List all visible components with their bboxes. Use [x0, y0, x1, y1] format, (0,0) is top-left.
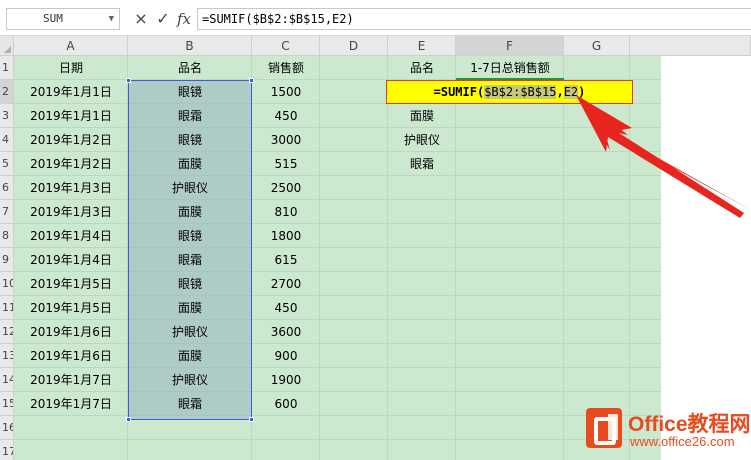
- cell-sales[interactable]: 1900: [252, 368, 320, 392]
- cell-product[interactable]: 护眼仪: [128, 176, 252, 200]
- cell-lookup-product[interactable]: 面膜: [388, 104, 456, 128]
- select-all-corner[interactable]: [0, 36, 14, 56]
- cell-sales[interactable]: 810: [252, 200, 320, 224]
- formula-ref-cell: E2: [563, 85, 579, 99]
- row-header-2[interactable]: 2: [0, 80, 14, 104]
- cell-date[interactable]: 2019年1月5日: [14, 296, 128, 320]
- watermark: Office教程网 www.office26.com: [582, 404, 751, 456]
- cell-date[interactable]: 2019年1月6日: [14, 344, 128, 368]
- range-handle[interactable]: [126, 417, 131, 422]
- cell-sales[interactable]: 515: [252, 152, 320, 176]
- cell-sales[interactable]: 2700: [252, 272, 320, 296]
- cell-sales[interactable]: 450: [252, 296, 320, 320]
- cell-sales[interactable]: 1800: [252, 224, 320, 248]
- row-header-5[interactable]: 5: [0, 152, 14, 176]
- cell-date[interactable]: 2019年1月2日: [14, 128, 128, 152]
- cell-product[interactable]: 眼镜: [128, 224, 252, 248]
- cell-product[interactable]: 面膜: [128, 296, 252, 320]
- cell-product[interactable]: 眼镜: [128, 128, 252, 152]
- cell-lookup-product[interactable]: 眼霜: [388, 152, 456, 176]
- header-product[interactable]: 品名: [128, 56, 252, 80]
- cell-product[interactable]: 眼镜: [128, 80, 252, 104]
- cell-sales[interactable]: 600: [252, 392, 320, 416]
- office-logo-icon: [586, 408, 622, 448]
- formula-suffix: ): [578, 85, 586, 99]
- column-header-d[interactable]: D: [320, 36, 388, 56]
- column-gridline: [563, 56, 564, 460]
- formula-cell-f2[interactable]: =SUMIF($B$2:$B$15,E2): [386, 80, 633, 104]
- active-column-marker: [456, 56, 564, 80]
- cell-sales[interactable]: 3000: [252, 128, 320, 152]
- cell-date[interactable]: 2019年1月3日: [14, 176, 128, 200]
- row-header-16[interactable]: 16: [0, 416, 14, 440]
- cell-sales[interactable]: 450: [252, 104, 320, 128]
- cell-sales[interactable]: 900: [252, 344, 320, 368]
- watermark-url: www.office26.com: [630, 434, 735, 449]
- row-header-12[interactable]: 12: [0, 320, 14, 344]
- unshaded-area: [661, 56, 751, 460]
- cell-sales[interactable]: 2500: [252, 176, 320, 200]
- name-box[interactable]: SUM ▼: [6, 8, 120, 30]
- row-header-6[interactable]: 6: [0, 176, 14, 200]
- row-header-9[interactable]: 9: [0, 248, 14, 272]
- formula-ref-range: $B$2:$B$15: [484, 85, 557, 99]
- cell-date[interactable]: 2019年1月1日: [14, 104, 128, 128]
- cell-date[interactable]: 2019年1月1日: [14, 80, 128, 104]
- cell-product[interactable]: 护眼仪: [128, 320, 252, 344]
- column-header-e[interactable]: E: [388, 36, 456, 56]
- row-header-7[interactable]: 7: [0, 200, 14, 224]
- header-product-lookup[interactable]: 品名: [388, 56, 456, 80]
- cell-date[interactable]: 2019年1月7日: [14, 392, 128, 416]
- chevron-down-icon[interactable]: ▼: [109, 9, 114, 29]
- cell-product[interactable]: 护眼仪: [128, 368, 252, 392]
- formula-separator: ,: [556, 85, 564, 99]
- column-header-c[interactable]: C: [252, 36, 320, 56]
- column-gridline: [629, 56, 630, 460]
- insert-function-icon[interactable]: fx: [175, 8, 193, 30]
- column-header-g[interactable]: G: [564, 36, 630, 56]
- cell-lookup-product[interactable]: 护眼仪: [388, 128, 456, 152]
- cell-product[interactable]: 面膜: [128, 200, 252, 224]
- formula-prefix: =SUMIF(: [433, 85, 485, 99]
- row-header-13[interactable]: 13: [0, 344, 14, 368]
- cell-product[interactable]: 面膜: [128, 152, 252, 176]
- cancel-icon[interactable]: ×: [132, 8, 150, 30]
- range-handle[interactable]: [249, 417, 254, 422]
- cell-date[interactable]: 2019年1月2日: [14, 152, 128, 176]
- enter-check-icon[interactable]: ✓: [154, 8, 172, 30]
- column-header-b[interactable]: B: [128, 36, 252, 56]
- cell-product[interactable]: 面膜: [128, 344, 252, 368]
- spreadsheet-grid[interactable]: ABCDEFG 1234567891011121314151617 日期品名销售…: [0, 36, 751, 460]
- cell-product[interactable]: 眼霜: [128, 248, 252, 272]
- row-header-11[interactable]: 11: [0, 296, 14, 320]
- row-header-17[interactable]: 17: [0, 440, 14, 460]
- formula-input[interactable]: =SUMIF($B$2:$B$15,E2): [197, 8, 751, 30]
- row-header-4[interactable]: 4: [0, 128, 14, 152]
- cell-date[interactable]: 2019年1月4日: [14, 248, 128, 272]
- column-header-f[interactable]: F: [456, 36, 564, 56]
- column-header-filler: [630, 36, 751, 56]
- row-header-10[interactable]: 10: [0, 272, 14, 296]
- cell-sales[interactable]: 1500: [252, 80, 320, 104]
- cell-product[interactable]: 眼霜: [128, 392, 252, 416]
- row-header-1[interactable]: 1: [0, 56, 14, 80]
- column-header-a[interactable]: A: [14, 36, 128, 56]
- header-sales[interactable]: 销售额: [252, 56, 320, 80]
- header-date[interactable]: 日期: [14, 56, 128, 80]
- cell-date[interactable]: 2019年1月7日: [14, 368, 128, 392]
- row-header-3[interactable]: 3: [0, 104, 14, 128]
- cell-product[interactable]: 眼霜: [128, 104, 252, 128]
- formula-bar: SUM ▼ × ✓ fx =SUMIF($B$2:$B$15,E2): [0, 0, 751, 36]
- row-header-15[interactable]: 15: [0, 392, 14, 416]
- cell-sales[interactable]: 615: [252, 248, 320, 272]
- cell-product[interactable]: 眼镜: [128, 272, 252, 296]
- cell-date[interactable]: 2019年1月3日: [14, 200, 128, 224]
- row-header-14[interactable]: 14: [0, 368, 14, 392]
- cell-date[interactable]: 2019年1月5日: [14, 272, 128, 296]
- cell-date[interactable]: 2019年1月4日: [14, 224, 128, 248]
- cell-sales[interactable]: 3600: [252, 320, 320, 344]
- cell-date[interactable]: 2019年1月6日: [14, 320, 128, 344]
- row-header-8[interactable]: 8: [0, 224, 14, 248]
- name-box-value: SUM: [43, 12, 63, 25]
